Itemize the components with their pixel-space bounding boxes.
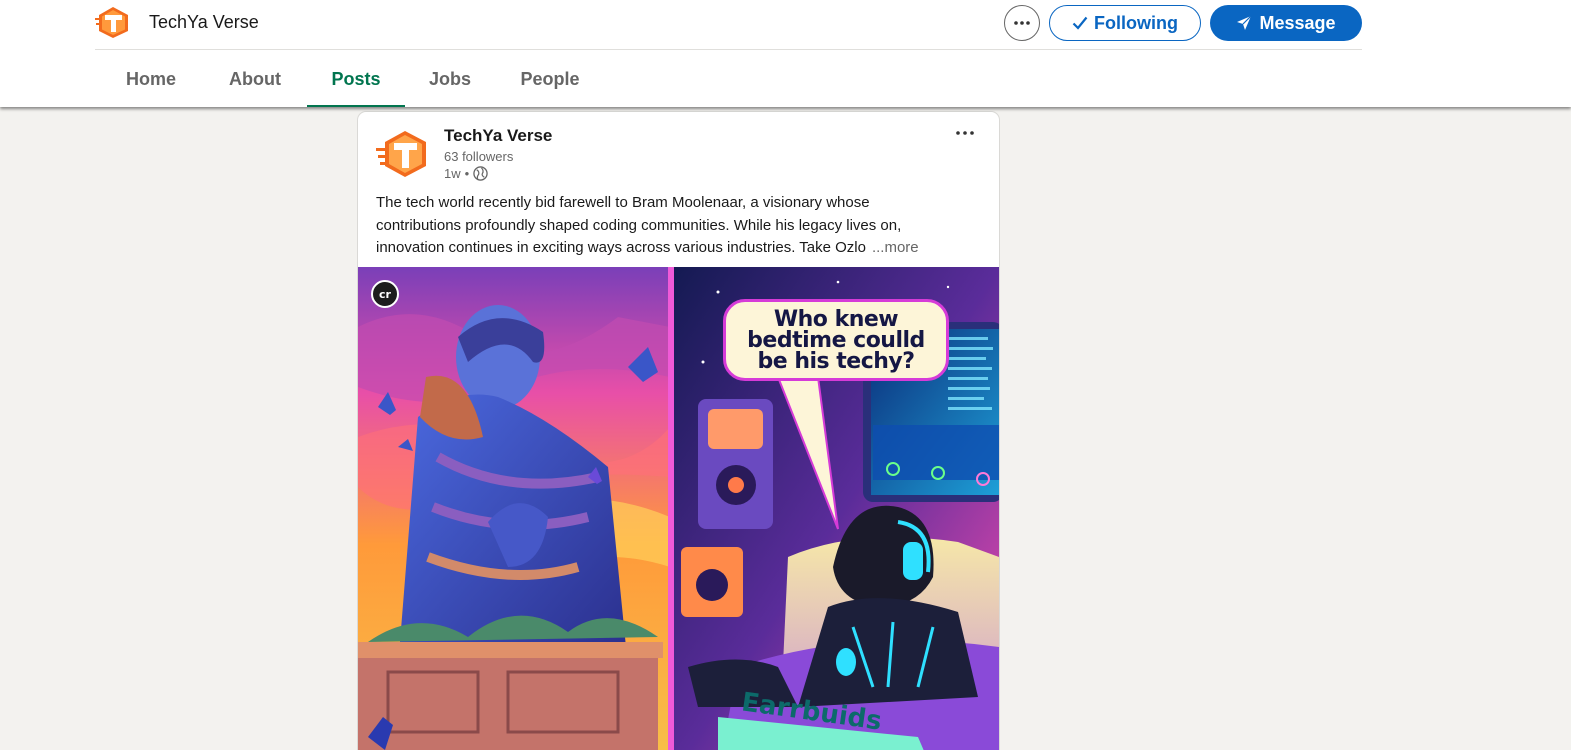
message-button[interactable]: Message	[1210, 5, 1362, 41]
post-commentary: The tech world recently bid farewell to …	[376, 192, 976, 260]
commentary-line: innovation continues in exciting ways ac…	[376, 237, 976, 260]
tab-people[interactable]: People	[505, 51, 595, 107]
bubble-line: bedtime coulld	[747, 328, 925, 353]
post-image[interactable]: cr Who knew bedtime coulld be his techy?…	[358, 267, 999, 750]
company-tabs: Home About Posts Jobs People	[95, 51, 695, 107]
following-button[interactable]: Following	[1049, 5, 1201, 41]
tab-home[interactable]: Home	[107, 51, 195, 107]
post-meta: 1w •	[444, 166, 488, 181]
author-avatar[interactable]	[376, 129, 432, 179]
commentary-line: contributions profoundly shaped coding c…	[376, 216, 902, 234]
bubble-line: be his techy?	[757, 349, 915, 374]
meta-separator: •	[464, 166, 470, 181]
message-label: Message	[1259, 12, 1336, 33]
header-inner: TechYa Verse Following Message Home Abou…	[95, 0, 1362, 107]
see-more-link[interactable]: ...more	[872, 239, 919, 256]
header-top-bar: TechYa Verse Following Message	[95, 0, 1362, 50]
company-logo[interactable]	[95, 6, 132, 39]
globe-icon	[473, 166, 488, 181]
ellipsis-icon	[1014, 21, 1030, 25]
company-name[interactable]: TechYa Verse	[149, 12, 259, 33]
checkmark-icon	[1072, 16, 1088, 30]
post-author-followers: 63 followers	[444, 149, 514, 164]
post-author-name[interactable]: TechYa Verse	[444, 126, 552, 146]
content-credentials-badge[interactable]: cr	[371, 280, 399, 308]
post-age: 1w	[444, 166, 461, 181]
tab-jobs[interactable]: Jobs	[413, 51, 487, 107]
tab-about[interactable]: About	[213, 51, 297, 107]
bubble-line: Who knew	[773, 307, 899, 332]
commentary-line: The tech world recently bid farewell to …	[376, 194, 870, 211]
company-page-header: TechYa Verse Following Message Home Abou…	[0, 0, 1571, 107]
ellipsis-icon	[956, 131, 974, 135]
feed-post: TechYa Verse 63 followers 1w • The tech …	[358, 112, 999, 750]
send-icon	[1237, 15, 1252, 30]
more-actions-button[interactable]	[1004, 5, 1040, 41]
speech-bubble: Who knew bedtime coulld be his techy?	[723, 299, 949, 381]
commentary-line-text: innovation continues in exciting ways ac…	[376, 239, 866, 256]
tab-posts[interactable]: Posts	[307, 51, 405, 107]
post-options-button[interactable]	[950, 122, 980, 144]
following-label: Following	[1094, 12, 1178, 33]
